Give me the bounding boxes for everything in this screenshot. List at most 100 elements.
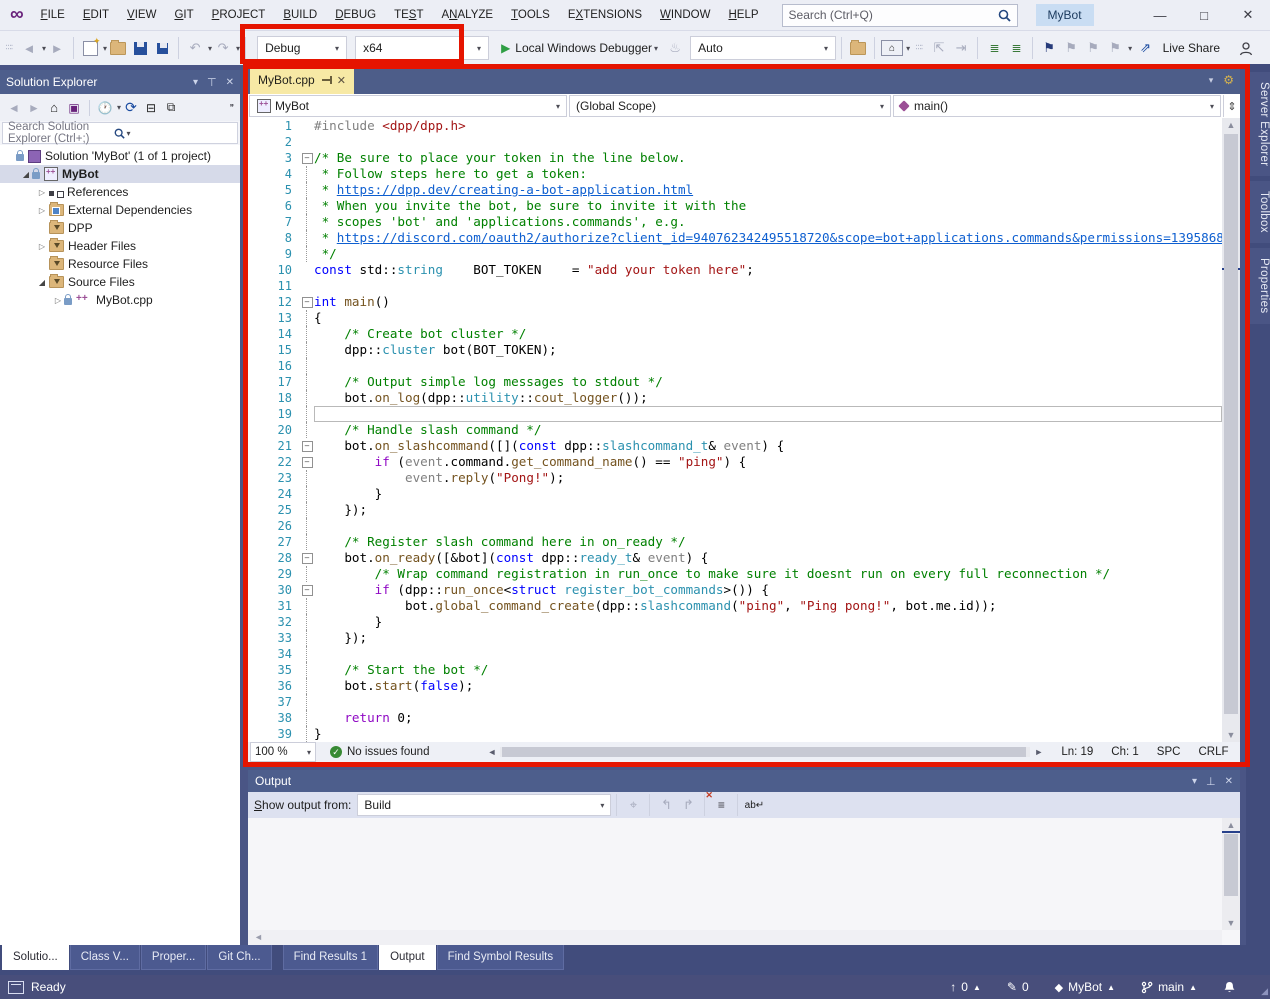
output-vertical-scrollbar[interactable]: ▲ ▼ <box>1222 818 1240 930</box>
outline-collapse-icon[interactable]: – <box>300 294 314 310</box>
hot-reload-icon[interactable]: ♨ <box>665 36 685 60</box>
scrollbar-thumb[interactable] <box>502 747 1026 757</box>
scroll-up-icon[interactable]: ▲ <box>1222 818 1240 832</box>
output-source-dropdown[interactable]: Build▾ <box>357 794 611 816</box>
toggle-bookmark-button[interactable]: ⚑ <box>1039 36 1059 60</box>
tree-item-solution-mybot-1-of-1-project-[interactable]: Solution 'MyBot' (1 of 1 project) <box>0 147 240 165</box>
panel-tab-output[interactable]: Output <box>379 945 436 970</box>
open-file-button[interactable] <box>108 36 128 60</box>
start-debugging-button[interactable]: ▶ Local Windows Debugger▾ <box>501 41 658 55</box>
menu-extensions[interactable]: EXTENSIONS <box>559 9 651 21</box>
outline-collapse-icon[interactable]: – <box>300 550 314 566</box>
solution-explorer-search-input[interactable]: Search Solution Explorer (Ctrl+;) ▾ <box>2 122 238 144</box>
outline-collapse-icon[interactable]: – <box>300 454 314 470</box>
output-header[interactable]: Output ▾ ⊥ ✕ <box>248 770 1240 792</box>
feedback-icon[interactable] <box>1238 41 1254 56</box>
outline-collapse-icon[interactable]: – <box>300 582 314 598</box>
live-share-button[interactable]: Live Share <box>1163 41 1220 55</box>
pin-icon[interactable]: ⊥ <box>1206 775 1216 788</box>
close-button[interactable]: ✕ <box>1226 7 1270 23</box>
expander-icon[interactable]: ◢ <box>36 278 48 287</box>
expander-icon[interactable]: ▷ <box>36 188 48 197</box>
tree-item-external-dependencies[interactable]: ▷External Dependencies <box>0 201 240 219</box>
nav-member-dropdown[interactable]: main()▾ <box>893 95 1221 117</box>
se-home-button[interactable]: ⌂ <box>45 98 63 118</box>
panel-tab-proper-[interactable]: Proper... <box>141 945 206 970</box>
tool-tab-server-explorer[interactable]: Server Explorer <box>1246 72 1270 176</box>
tool-tab-toolbox[interactable]: Toolbox <box>1246 181 1270 243</box>
gear-icon[interactable]: ⚙ <box>1223 73 1234 87</box>
se-show-all-files-button[interactable]: ⧉ <box>162 98 180 118</box>
tree-item-source-files[interactable]: ◢Source Files <box>0 273 240 291</box>
find-in-files-button[interactable] <box>848 36 868 60</box>
scroll-down-icon[interactable]: ▼ <box>1222 728 1240 742</box>
tree-item-header-files[interactable]: ▷Header Files <box>0 237 240 255</box>
code-editor[interactable]: 1#include <dpp/dpp.h>23–/* Be sure to pl… <box>248 118 1222 742</box>
menu-tools[interactable]: TOOLS <box>502 9 559 21</box>
nav-project-dropdown[interactable]: MyBot▾ <box>249 95 567 117</box>
goto-message-source-button[interactable]: ⌖ <box>623 793 643 817</box>
issues-indicator[interactable]: No issues found <box>347 746 429 758</box>
increase-indent-button[interactable]: ≣ <box>1006 36 1026 60</box>
menu-window[interactable]: WINDOW <box>651 9 719 21</box>
output-content[interactable] <box>248 818 1222 930</box>
solution-explorer-header[interactable]: Solution Explorer ▾ ⊤ ✕ <box>0 70 240 94</box>
tree-item-resource-files[interactable]: Resource Files <box>0 255 240 273</box>
branch-button[interactable]: main ▲ <box>1141 980 1197 994</box>
scroll-up-icon[interactable]: ▲ <box>1222 118 1240 132</box>
expander-icon[interactable]: ▷ <box>36 242 48 251</box>
split-editor-button[interactable]: ⇕ <box>1223 95 1240 117</box>
bell-icon[interactable] <box>1223 981 1236 994</box>
menu-project[interactable]: PROJECT <box>203 9 275 21</box>
solution-platform-dropdown[interactable]: x64▾ <box>355 36 489 60</box>
se-sync-button[interactable]: ⟳ <box>122 98 140 118</box>
menu-analyze[interactable]: ANALYZE <box>433 9 503 21</box>
se-switch-views-button[interactable]: ▣ <box>65 98 83 118</box>
repository-button[interactable]: ◆ MyBot ▲ <box>1055 980 1115 994</box>
scrollbar-thumb[interactable] <box>1224 834 1238 896</box>
solution-name-chip[interactable]: MyBot <box>1036 4 1094 26</box>
editor-horizontal-scrollbar[interactable] <box>500 747 1030 757</box>
panel-tab-class-v-[interactable]: Class V... <box>70 945 140 970</box>
maximize-button[interactable]: □ <box>1182 8 1226 23</box>
editor-vertical-scrollbar[interactable]: ▲ ▼ <box>1222 118 1240 742</box>
token-link[interactable]: https://dpp.dev/creating-a-bot-applicati… <box>337 182 693 197</box>
window-position-icon[interactable]: ▾ <box>1192 776 1197 787</box>
save-button[interactable] <box>130 36 150 60</box>
menu-build[interactable]: BUILD <box>274 9 326 21</box>
tree-item-dpp[interactable]: DPP <box>0 219 240 237</box>
quick-search-box[interactable]: Search (Ctrl+Q) <box>782 4 1018 27</box>
clear-bookmarks-button[interactable]: ⚑ <box>1105 36 1125 60</box>
scrollbar-thumb[interactable] <box>1224 134 1238 714</box>
minimize-button[interactable]: — <box>1138 8 1182 23</box>
scroll-down-icon[interactable]: ▼ <box>1222 916 1240 930</box>
tree-item-mybot[interactable]: ◢MyBot <box>0 165 240 183</box>
undo-button[interactable]: ↶ <box>185 36 205 60</box>
toolbar-grip[interactable]: ⁞⁞ <box>4 44 14 51</box>
hot-reload-mode-dropdown[interactable]: Auto▾ <box>690 36 836 60</box>
se-collapse-all-button[interactable]: ⊟ <box>142 98 160 118</box>
outline-collapse-icon[interactable]: – <box>300 438 314 454</box>
close-icon[interactable]: ✕ <box>226 77 234 88</box>
document-well-dropdown-icon[interactable]: ▾ <box>1209 75 1214 86</box>
pin-icon[interactable]: ⊤ <box>207 76 217 89</box>
menu-help[interactable]: HELP <box>719 9 767 21</box>
token-link[interactable]: https://discord.com/oauth2/authorize?cli… <box>337 230 1222 245</box>
solution-configuration-dropdown[interactable]: Debug▾ <box>257 36 347 60</box>
decrease-indent-button[interactable]: ≣ <box>984 36 1004 60</box>
save-all-button[interactable] <box>152 36 172 60</box>
redo-button[interactable]: ↷ <box>213 36 233 60</box>
zoom-dropdown[interactable]: 100 %▾ <box>250 742 316 762</box>
expander-icon[interactable]: ◢ <box>20 170 32 179</box>
nav-scope-dropdown[interactable]: (Global Scope)▾ <box>569 95 891 117</box>
next-message-button[interactable]: ↱ <box>678 793 698 817</box>
menu-debug[interactable]: DEBUG <box>326 9 385 21</box>
menu-view[interactable]: VIEW <box>118 9 165 21</box>
se-search-options-caret[interactable]: ▾ <box>127 129 233 138</box>
panel-tab-find-results-1[interactable]: Find Results 1 <box>283 945 379 970</box>
step-over-button[interactable]: ⇥ <box>951 36 971 60</box>
expander-icon[interactable]: ▷ <box>52 296 64 305</box>
previous-message-button[interactable]: ↰ <box>656 793 676 817</box>
pending-changes-button[interactable]: ✎ 0 <box>1007 980 1029 994</box>
se-pending-changes-filter-button[interactable]: 🕐 <box>96 98 114 118</box>
